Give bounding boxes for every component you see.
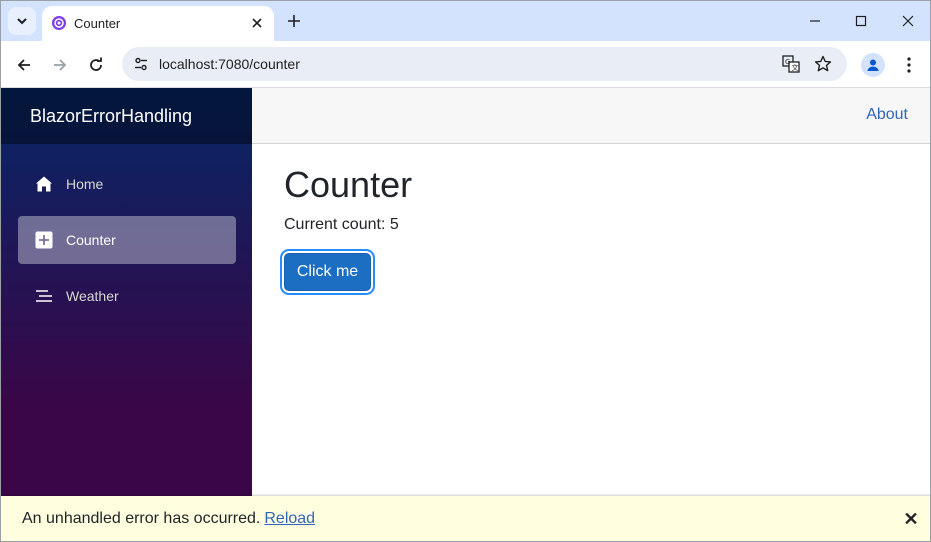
reload-button[interactable] <box>82 51 110 79</box>
maximize-button[interactable] <box>841 6 881 36</box>
arrow-right-icon <box>54 59 67 71</box>
address-bar[interactable]: localhost:7080/counter G 文 <box>122 47 847 81</box>
site-info-button[interactable] <box>128 51 154 77</box>
svg-text:文: 文 <box>792 63 799 72</box>
main-content: Counter Current count: 5 Click me <box>252 144 930 541</box>
user-icon <box>867 59 879 71</box>
url-text[interactable]: localhost:7080/counter <box>159 56 300 72</box>
tab-counter[interactable]: Counter <box>42 6 274 41</box>
close-window-button[interactable] <box>888 6 928 36</box>
tab-strip: Counter <box>1 1 930 41</box>
back-button[interactable] <box>10 51 38 79</box>
close-icon <box>902 15 914 27</box>
dismiss-icon[interactable]: ✕ <box>900 508 922 530</box>
brand-link[interactable]: BlazorErrorHandling <box>30 106 192 127</box>
page-viewport: BlazorErrorHandling Home Counter Weather <box>1 88 930 541</box>
sidebar-item-counter[interactable]: Counter <box>18 216 236 264</box>
blazor-favicon-icon <box>52 16 66 30</box>
minimize-button[interactable] <box>795 6 835 36</box>
current-count: Current count: 5 <box>284 216 399 233</box>
tab-title: Counter <box>74 16 121 31</box>
browser-window: Counter localhost:7080/counter G 文 Blazo… <box>0 0 931 542</box>
sidebar-item-label: Home <box>66 176 104 192</box>
sidebar-item-label: Weather <box>66 288 119 304</box>
arrow-left-icon <box>17 59 30 71</box>
error-message: An unhandled error has occurred. <box>22 510 261 527</box>
plus-icon <box>288 15 300 27</box>
click-me-button[interactable]: Click me <box>284 253 371 291</box>
reload-link[interactable]: Reload <box>264 510 315 527</box>
new-tab-button[interactable] <box>283 10 305 32</box>
plus-square-icon <box>34 230 54 250</box>
kebab-menu-icon <box>907 57 911 73</box>
close-icon <box>252 18 262 28</box>
brand-bar: BlazorErrorHandling <box>1 88 252 144</box>
sidebar-item-weather[interactable]: Weather <box>18 272 236 320</box>
tab-search-button[interactable] <box>8 7 36 35</box>
minimize-icon <box>810 20 820 22</box>
sidebar: BlazorErrorHandling Home Counter Weather <box>1 88 252 541</box>
top-row: About <box>252 88 930 144</box>
profile-button[interactable] <box>861 53 885 77</box>
translate-icon: G 文 <box>782 55 800 73</box>
refresh-icon <box>90 57 102 71</box>
tab-close-button[interactable] <box>247 13 267 33</box>
chevron-down-icon <box>17 18 27 25</box>
forward-button[interactable] <box>46 51 74 79</box>
maximize-icon <box>855 15 867 27</box>
sidebar-item-home[interactable]: Home <box>18 160 236 208</box>
error-message-line: An unhandled error has occurred. Reload <box>22 510 315 528</box>
bookmark-button[interactable] <box>811 52 835 76</box>
home-icon <box>34 174 54 194</box>
browser-menu-button[interactable] <box>897 51 921 79</box>
error-banner: An unhandled error has occurred. Reload ✕ <box>1 496 930 541</box>
list-icon <box>34 286 54 306</box>
star-icon <box>814 55 832 72</box>
about-link[interactable]: About <box>866 106 908 124</box>
translate-button[interactable]: G 文 <box>779 52 803 76</box>
svg-text:G: G <box>785 58 790 66</box>
page-title: Counter <box>284 164 413 205</box>
browser-toolbar: localhost:7080/counter G 文 <box>1 41 930 88</box>
tune-icon <box>135 57 147 71</box>
sidebar-item-label: Counter <box>66 232 116 248</box>
